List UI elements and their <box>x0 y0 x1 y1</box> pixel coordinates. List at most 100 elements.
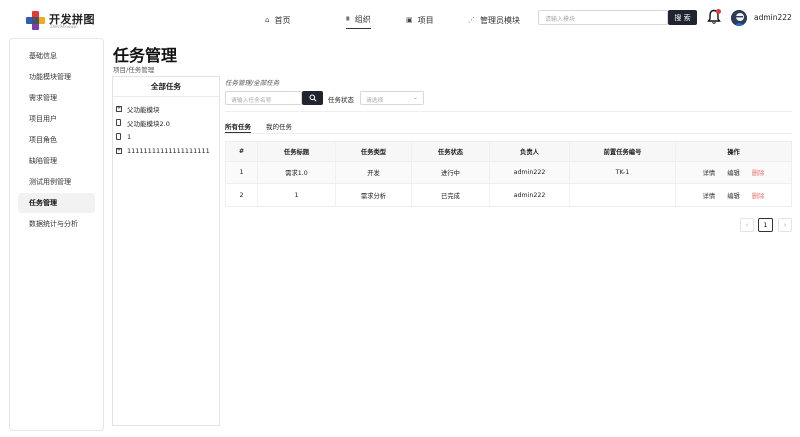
avatar[interactable] <box>731 10 747 26</box>
edit-button[interactable]: 编辑 <box>727 191 740 200</box>
home-icon: ⌂ <box>265 16 270 24</box>
header-cell-status: 任务状态 <box>412 142 490 161</box>
sidebar-item-tasks[interactable]: 任务管理 <box>18 193 95 213</box>
avatar-image <box>731 10 747 26</box>
sidebar-item-requirements[interactable]: 需求管理 <box>18 88 95 108</box>
content-breadcrumb: 任务管理/全部任务 <box>225 79 280 87</box>
cell-no: 1 <box>226 162 258 183</box>
cell-no: 2 <box>226 184 258 206</box>
cell-title: 1 <box>258 184 336 206</box>
chevron-down-icon: ⌄ <box>412 94 418 101</box>
search-icon <box>309 94 317 102</box>
cell-title: 需求1.0 <box>258 162 336 183</box>
pagination-prev-button[interactable]: ‹ <box>740 218 754 232</box>
nav-project-label: 项目 <box>417 15 434 25</box>
nav-admin[interactable]: ⋰ 管理员模块 <box>468 11 520 29</box>
org-icon: ⩩ <box>346 15 350 23</box>
tree-node-label: 父功能模块2.0 <box>127 119 170 128</box>
edit-button[interactable]: 编辑 <box>727 168 740 177</box>
detail-button[interactable]: 详情 <box>703 191 716 200</box>
nav-org[interactable]: ⩩ 组织 <box>346 11 371 29</box>
tree-node[interactable]: 父功能模块2.0 <box>113 116 219 129</box>
sidebar-item-label: 任务管理 <box>29 199 57 207</box>
status-select-placeholder: 请选择 <box>366 98 384 104</box>
sidebar-item-label: 缺陷管理 <box>29 157 57 165</box>
cell-status: 进行中 <box>412 162 490 183</box>
task-search-input[interactable]: 请输入任务名称 <box>225 91 302 105</box>
nav-project[interactable]: ▣ 项目 <box>406 11 434 29</box>
username[interactable]: admin222 <box>754 13 792 22</box>
project-icon: ▣ <box>406 16 413 24</box>
nav-home[interactable]: ⌂ 首页 <box>265 11 290 29</box>
header-cell-type: 任务类型 <box>336 142 412 161</box>
header-cell-title: 任务标题 <box>258 142 336 161</box>
tree-node[interactable]: 1 <box>113 130 219 143</box>
cell-owner: admin222 <box>490 184 570 206</box>
task-search-button[interactable] <box>302 91 323 105</box>
table-row: 2 1 需求分析 已完成 admin222 详情 编辑 删除 <box>226 184 791 206</box>
sidebar-item-statistics[interactable]: 数据统计与分析 <box>18 214 95 234</box>
cell-ops: 详情 编辑 删除 <box>676 162 791 183</box>
status-filter-label: 任务状态 <box>328 96 354 104</box>
pagination-next-button[interactable]: › <box>778 218 792 232</box>
nav-home-label: 首页 <box>274 15 291 25</box>
breadcrumb: 项目/任务管理 <box>113 66 155 74</box>
admin-icon: ⋰ <box>468 16 475 24</box>
header-search-input[interactable]: 请输入模块 <box>538 10 668 25</box>
cell-type: 开发 <box>336 162 412 183</box>
header-search-button[interactable]: 搜 索 <box>668 10 697 25</box>
sidebar-item-label: 需求管理 <box>29 94 57 102</box>
cell-prev: TK-1 <box>570 162 676 183</box>
sidebar-item-test-cases[interactable]: 测试用例管理 <box>18 172 95 192</box>
sidebar-item-label: 项目角色 <box>29 136 57 144</box>
tree-node[interactable]: + 11111111111111111111 <box>113 144 219 157</box>
cell-owner: admin222 <box>490 162 570 183</box>
expand-icon[interactable]: + <box>116 105 122 112</box>
brand-subtitle: DevMosaic <box>50 24 78 30</box>
pagination-page-1[interactable]: 1 <box>758 218 773 232</box>
header-cell-prev: 前置任务编号 <box>570 142 676 161</box>
header-cell-ops: 操作 <box>727 149 740 156</box>
task-table: # 任务标题 任务类型 任务状态 负责人 前置任务编号 操作 1 需求1.0 开… <box>225 141 792 207</box>
sidebar-item-project-roles[interactable]: 项目角色 <box>18 130 95 150</box>
logo-icon <box>26 11 46 31</box>
page-title: 任务管理 <box>113 46 178 65</box>
delete-button[interactable]: 删除 <box>752 168 765 177</box>
sidebar-item-project-users[interactable]: 项目用户 <box>18 109 95 129</box>
status-filter-select[interactable]: 请选择 ⌄ <box>360 91 424 105</box>
sidebar: 基础信息 功能模块管理 需求管理 项目用户 项目角色 缺陷管理 测试用例管理 任… <box>9 38 104 431</box>
filter-divider <box>225 111 792 112</box>
tree-title[interactable]: 全部任务 <box>113 77 219 97</box>
expand-icon[interactable]: + <box>116 147 122 154</box>
notification-dot <box>716 9 721 14</box>
sidebar-item-defects[interactable]: 缺陷管理 <box>18 151 95 171</box>
cell-ops: 详情 编辑 删除 <box>676 184 791 206</box>
tree-node-label: 11111111111111111111 <box>127 146 210 155</box>
delete-button[interactable]: 删除 <box>752 191 765 200</box>
header-cell-owner: 负责人 <box>490 142 570 161</box>
document-icon <box>116 119 121 126</box>
document-icon <box>116 133 121 140</box>
sidebar-item-basic-info[interactable]: 基础信息 <box>18 46 95 66</box>
tree-node-label: 1 <box>127 132 132 141</box>
detail-button[interactable]: 详情 <box>703 168 716 177</box>
tab-my-tasks[interactable]: 我的任务 <box>266 121 292 133</box>
sidebar-item-module-management[interactable]: 功能模块管理 <box>18 67 95 87</box>
task-tree-panel: 全部任务 + 父功能模块 父功能模块2.0 1 + 11111111111111… <box>112 76 220 426</box>
table-row: 1 需求1.0 开发 进行中 admin222 TK-1 详情 编辑 删除 <box>226 162 791 184</box>
sidebar-item-label: 数据统计与分析 <box>29 220 78 228</box>
sidebar-item-label: 测试用例管理 <box>29 178 71 186</box>
nav-admin-label: 管理员模块 <box>480 15 520 25</box>
tree-node-label: 父功能模块 <box>127 105 160 114</box>
sidebar-item-label: 项目用户 <box>29 115 57 123</box>
sidebar-item-label: 基础信息 <box>29 52 57 60</box>
tree-node[interactable]: + 父功能模块 <box>113 102 219 115</box>
cell-status: 已完成 <box>412 184 490 206</box>
tabs-divider <box>225 133 792 134</box>
table-header-row: # 任务标题 任务类型 任务状态 负责人 前置任务编号 操作 <box>226 142 791 162</box>
header-cell-no: # <box>226 142 258 161</box>
top-bar: 开发拼图 DevMosaic ⌂ 首页 ⩩ 组织 ▣ 项目 ⋰ 管理员模块 请输… <box>0 0 800 38</box>
cell-type: 需求分析 <box>336 184 412 206</box>
tab-all-tasks[interactable]: 所有任务 <box>225 121 251 133</box>
cell-prev <box>570 184 676 206</box>
